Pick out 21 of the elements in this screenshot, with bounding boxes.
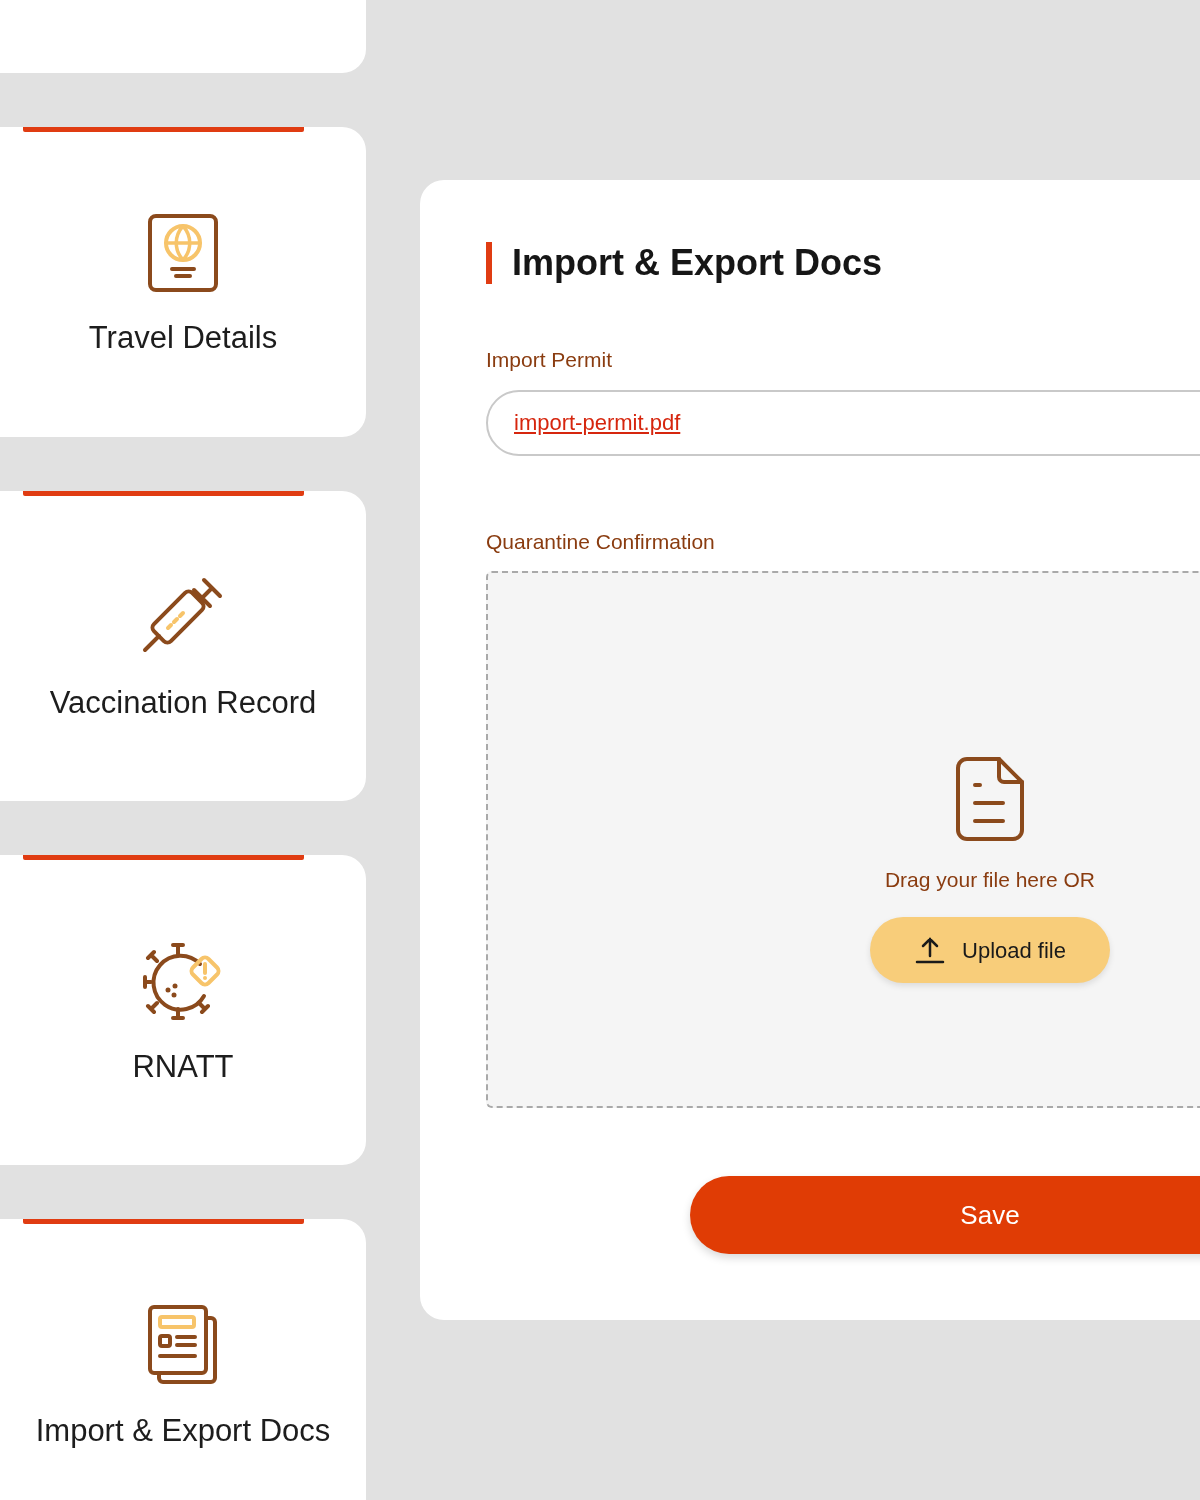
panel-title: Import & Export Docs [486,242,1200,284]
drop-prompt: Drag your file here OR [884,866,1096,893]
menu-card[interactable]: Vaccination Record [0,491,366,801]
save-button[interactable]: Save [690,1176,1200,1254]
drop-zone[interactable]: Drag your file here OR Upload file [486,571,1200,1108]
menu-card[interactable]: Import & Export Docs [0,1219,366,1500]
card-label: RNATT [132,1047,234,1086]
menu-card[interactable]: RNATT [0,855,366,1165]
card-label: Import & Export Docs [35,1411,331,1450]
file-link[interactable]: import-permit.pdf [514,406,681,439]
document-icon [955,755,1025,842]
file-field[interactable]: import-permit.pdf [486,389,1200,456]
documents-icon [147,1303,219,1386]
globe-passport-icon [147,212,219,293]
card-label: Travel Details [88,318,278,357]
field-label: Import Permit [486,347,614,373]
field-label: Quarantine Confirmation [486,528,716,555]
upload-icon [914,936,946,965]
upload-button[interactable]: Upload file [870,917,1110,984]
menu-card[interactable]: Travel Details [0,127,366,437]
card-label: Vaccination Record [49,683,317,722]
